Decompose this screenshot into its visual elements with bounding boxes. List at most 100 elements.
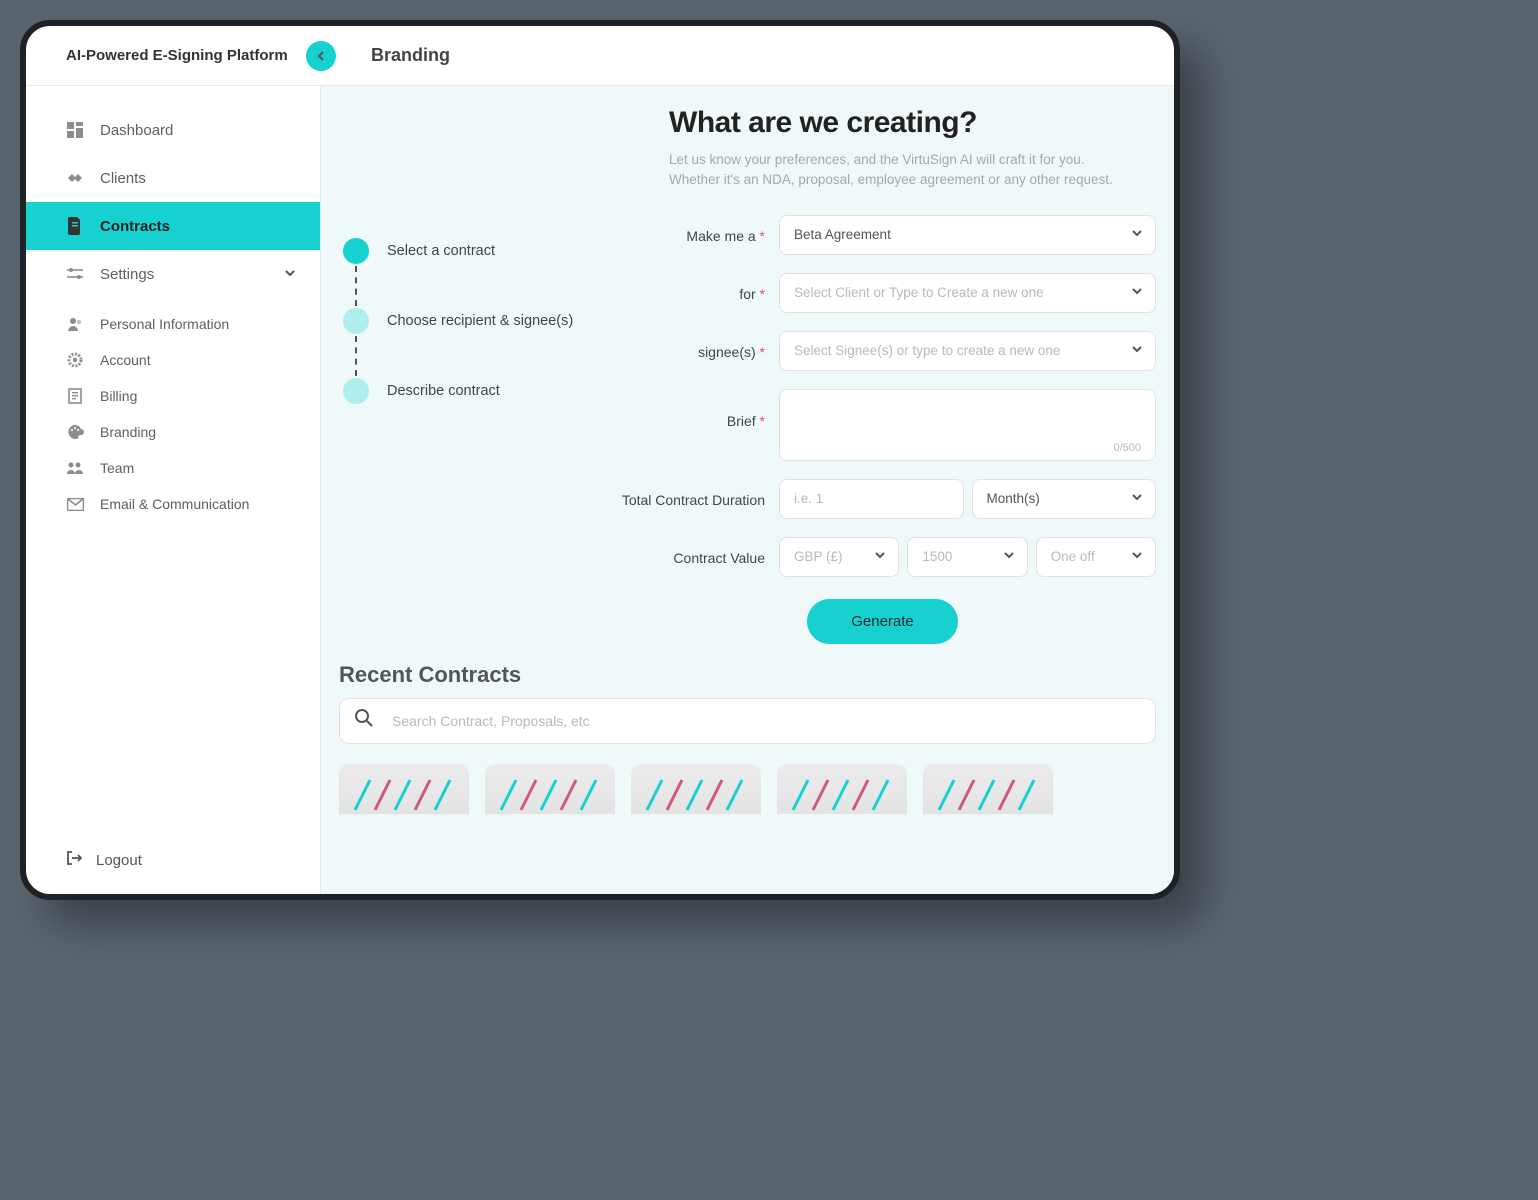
label-signee: signee(s): [698, 344, 756, 360]
contract-card[interactable]: [631, 764, 761, 814]
required-marker: *: [760, 413, 765, 429]
required-marker: *: [760, 228, 765, 244]
sidebar-subitem-billing[interactable]: Billing: [26, 378, 320, 414]
select-value: Beta Agreement: [794, 227, 891, 242]
document-icon: [66, 217, 84, 235]
chevron-down-icon: [1131, 491, 1143, 506]
step-describe-contract[interactable]: Describe contract: [343, 376, 599, 406]
sidebar-subitem-team[interactable]: Team: [26, 450, 320, 486]
label-make: Make me a: [686, 228, 755, 244]
chevron-down-icon: [874, 549, 886, 564]
sidebar-item-label: Account: [100, 352, 151, 368]
client-select[interactable]: Select Client or Type to Create a new on…: [779, 273, 1156, 313]
step-connector: [355, 266, 357, 306]
chevron-down-icon: [1131, 549, 1143, 564]
chevron-left-icon: [315, 50, 327, 62]
contract-card[interactable]: [339, 764, 469, 814]
frequency-select[interactable]: One off: [1036, 537, 1156, 577]
sidebar-item-label: Billing: [100, 388, 137, 404]
gear-icon: [66, 351, 84, 369]
currency-select[interactable]: GBP (£): [779, 537, 899, 577]
contract-card[interactable]: [777, 764, 907, 814]
required-marker: *: [760, 344, 765, 360]
sidebar-item-label: Dashboard: [100, 122, 173, 139]
amount-input[interactable]: 1500: [907, 537, 1027, 577]
recent-contracts-section: Recent Contracts: [321, 644, 1174, 814]
sidebar-collapse-button[interactable]: [306, 41, 336, 71]
sidebar-item-label: Clients: [100, 170, 146, 187]
user-icon: [66, 315, 84, 333]
chevron-down-icon: [284, 266, 296, 283]
required-marker: *: [760, 286, 765, 302]
step-indicator-icon: [343, 308, 369, 334]
step-choose-recipient[interactable]: Choose recipient & signee(s): [343, 306, 599, 336]
sidebar: Dashboard Clients Contracts: [26, 86, 321, 894]
brief-textarea[interactable]: 0/500: [779, 389, 1156, 461]
chevron-down-icon: [1131, 227, 1143, 242]
step-indicator-icon: [343, 238, 369, 264]
main-content: Select a contract Choose recipient & sig…: [321, 86, 1174, 894]
chevron-down-icon: [1003, 549, 1015, 564]
duration-unit-select[interactable]: Month(s): [972, 479, 1157, 519]
logout-icon: [66, 850, 82, 870]
sidebar-item-clients[interactable]: Clients: [26, 154, 320, 202]
sidebar-item-label: Settings: [100, 266, 154, 283]
app-frame: AI-Powered E-Signing Platform Branding D…: [20, 20, 1180, 900]
dashboard-icon: [66, 121, 84, 139]
recent-contracts-heading: Recent Contracts: [339, 662, 1156, 688]
sidebar-item-settings[interactable]: Settings: [26, 250, 320, 298]
contract-card[interactable]: [923, 764, 1053, 814]
contract-type-select[interactable]: Beta Agreement: [779, 215, 1156, 255]
envelope-icon: [66, 495, 84, 513]
label-duration: Total Contract Duration: [622, 492, 765, 508]
step-indicator-icon: [343, 378, 369, 404]
brand-area: AI-Powered E-Signing Platform: [26, 47, 321, 64]
form-heading: What are we creating?: [669, 106, 1136, 140]
signee-select[interactable]: Select Signee(s) or type to create a new…: [779, 331, 1156, 371]
palette-icon: [66, 423, 84, 441]
select-placeholder: Select Signee(s) or type to create a new…: [794, 343, 1060, 358]
search-contracts[interactable]: [339, 698, 1156, 744]
contract-card[interactable]: [485, 764, 615, 814]
select-value: One off: [1051, 549, 1095, 564]
brand-text: AI-Powered E-Signing Platform: [66, 47, 288, 64]
sidebar-item-dashboard[interactable]: Dashboard: [26, 106, 320, 154]
page-title: Branding: [321, 45, 450, 66]
chevron-down-icon: [1131, 285, 1143, 300]
team-icon: [66, 459, 84, 477]
search-input[interactable]: [392, 713, 1141, 729]
header: AI-Powered E-Signing Platform Branding: [26, 26, 1174, 86]
search-icon: [354, 708, 374, 733]
label-brief: Brief: [727, 413, 756, 429]
input-placeholder: i.e. 1: [794, 491, 823, 506]
sidebar-item-contracts[interactable]: Contracts: [26, 202, 320, 250]
select-value: Month(s): [987, 491, 1040, 506]
sliders-icon: [66, 265, 84, 283]
recent-contracts-list: [339, 764, 1156, 814]
character-counter: 0/500: [1113, 442, 1141, 454]
label-for: for: [739, 286, 755, 302]
generate-button[interactable]: Generate: [807, 599, 958, 644]
receipt-icon: [66, 387, 84, 405]
sidebar-subitem-account[interactable]: Account: [26, 342, 320, 378]
logout-label: Logout: [96, 852, 142, 869]
steps-list: Select a contract Choose recipient & sig…: [339, 106, 599, 644]
step-connector: [355, 336, 357, 376]
sidebar-item-label: Contracts: [100, 218, 170, 235]
handshake-icon: [66, 169, 84, 187]
label-value: Contract Value: [673, 550, 765, 566]
sidebar-item-label: Email & Communication: [100, 496, 249, 512]
chevron-down-icon: [1131, 343, 1143, 358]
form-subheading: Let us know your preferences, and the Vi…: [669, 150, 1136, 191]
sidebar-item-label: Personal Information: [100, 316, 229, 332]
sidebar-item-label: Branding: [100, 424, 156, 440]
sidebar-subitem-branding[interactable]: Branding: [26, 414, 320, 450]
select-value: GBP (£): [794, 549, 843, 564]
sidebar-subitem-personal-information[interactable]: Personal Information: [26, 306, 320, 342]
step-select-contract[interactable]: Select a contract: [343, 236, 599, 266]
logout-button[interactable]: Logout: [66, 850, 280, 870]
select-placeholder: Select Client or Type to Create a new on…: [794, 285, 1044, 300]
sidebar-subitem-email-communication[interactable]: Email & Communication: [26, 486, 320, 522]
duration-input[interactable]: i.e. 1: [779, 479, 964, 519]
input-value: 1500: [922, 549, 952, 564]
